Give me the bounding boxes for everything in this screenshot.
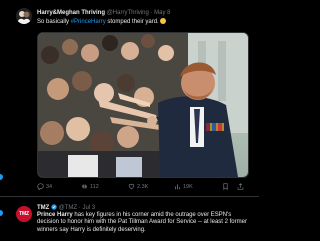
tweet-text-before: So basically	[37, 19, 71, 25]
reply-count: 34	[46, 183, 53, 190]
avatar[interactable]	[16, 8, 32, 24]
share-icon	[237, 183, 244, 190]
author-name[interactable]: Harry&Meghan Thriving	[37, 10, 105, 16]
smiley-emoji-icon	[160, 18, 167, 24]
tweet-header: Harry&Meghan Thriving @HarryThriving · M…	[37, 9, 170, 17]
tweet[interactable]: TMZ TMZ @TMZ · Jul 3 Prince Harry has ke…	[0, 196, 259, 241]
tweet-text: Prince Harry has key figures in his corn…	[37, 212, 249, 234]
view-count: 19K	[183, 183, 193, 190]
avatar[interactable]: TMZ	[16, 206, 32, 222]
tweet-bold-text: Prince Harry	[37, 212, 73, 218]
reply-icon	[37, 183, 44, 190]
tweet-photo[interactable]	[37, 32, 249, 178]
photo-of-prince-harry-greeting-crowd	[38, 33, 248, 177]
tweet-date[interactable]: Jul 3	[82, 205, 95, 211]
tweet-header: TMZ @TMZ · Jul 3	[37, 204, 95, 212]
views-button[interactable]: 19K	[174, 183, 193, 190]
timeline: Harry&Meghan Thriving @HarryThriving · M…	[0, 0, 259, 240]
views-icon	[174, 184, 181, 190]
like-button[interactable]: 2.3K	[128, 183, 148, 190]
bookmark-icon	[223, 183, 228, 190]
share-button[interactable]	[237, 183, 244, 190]
bookmark-button[interactable]	[222, 183, 229, 190]
author-handle[interactable]: @TMZ	[59, 205, 77, 211]
tweet-text-after: stomped their yard.	[105, 19, 159, 25]
repost-button[interactable]: 112	[81, 183, 99, 190]
hashtag-link[interactable]: #PrinceHarry	[71, 19, 106, 25]
repost-count: 112	[90, 183, 99, 190]
tweet-actions: 34 112 2.3K 19K	[37, 183, 247, 191]
like-icon	[128, 183, 135, 190]
reply-button[interactable]: 34	[37, 183, 52, 190]
verified-badge-icon	[51, 204, 57, 210]
repost-icon	[81, 184, 88, 189]
tweet-date[interactable]: May 8	[154, 10, 170, 16]
tweet[interactable]: Harry&Meghan Thriving @HarryThriving · M…	[0, 0, 259, 196]
author-name[interactable]: TMZ	[37, 205, 49, 211]
tweet-text: So basically #PrinceHarry stomped their …	[37, 18, 247, 26]
like-count: 2.3K	[137, 183, 149, 190]
author-handle[interactable]: @HarryThriving	[107, 10, 149, 16]
